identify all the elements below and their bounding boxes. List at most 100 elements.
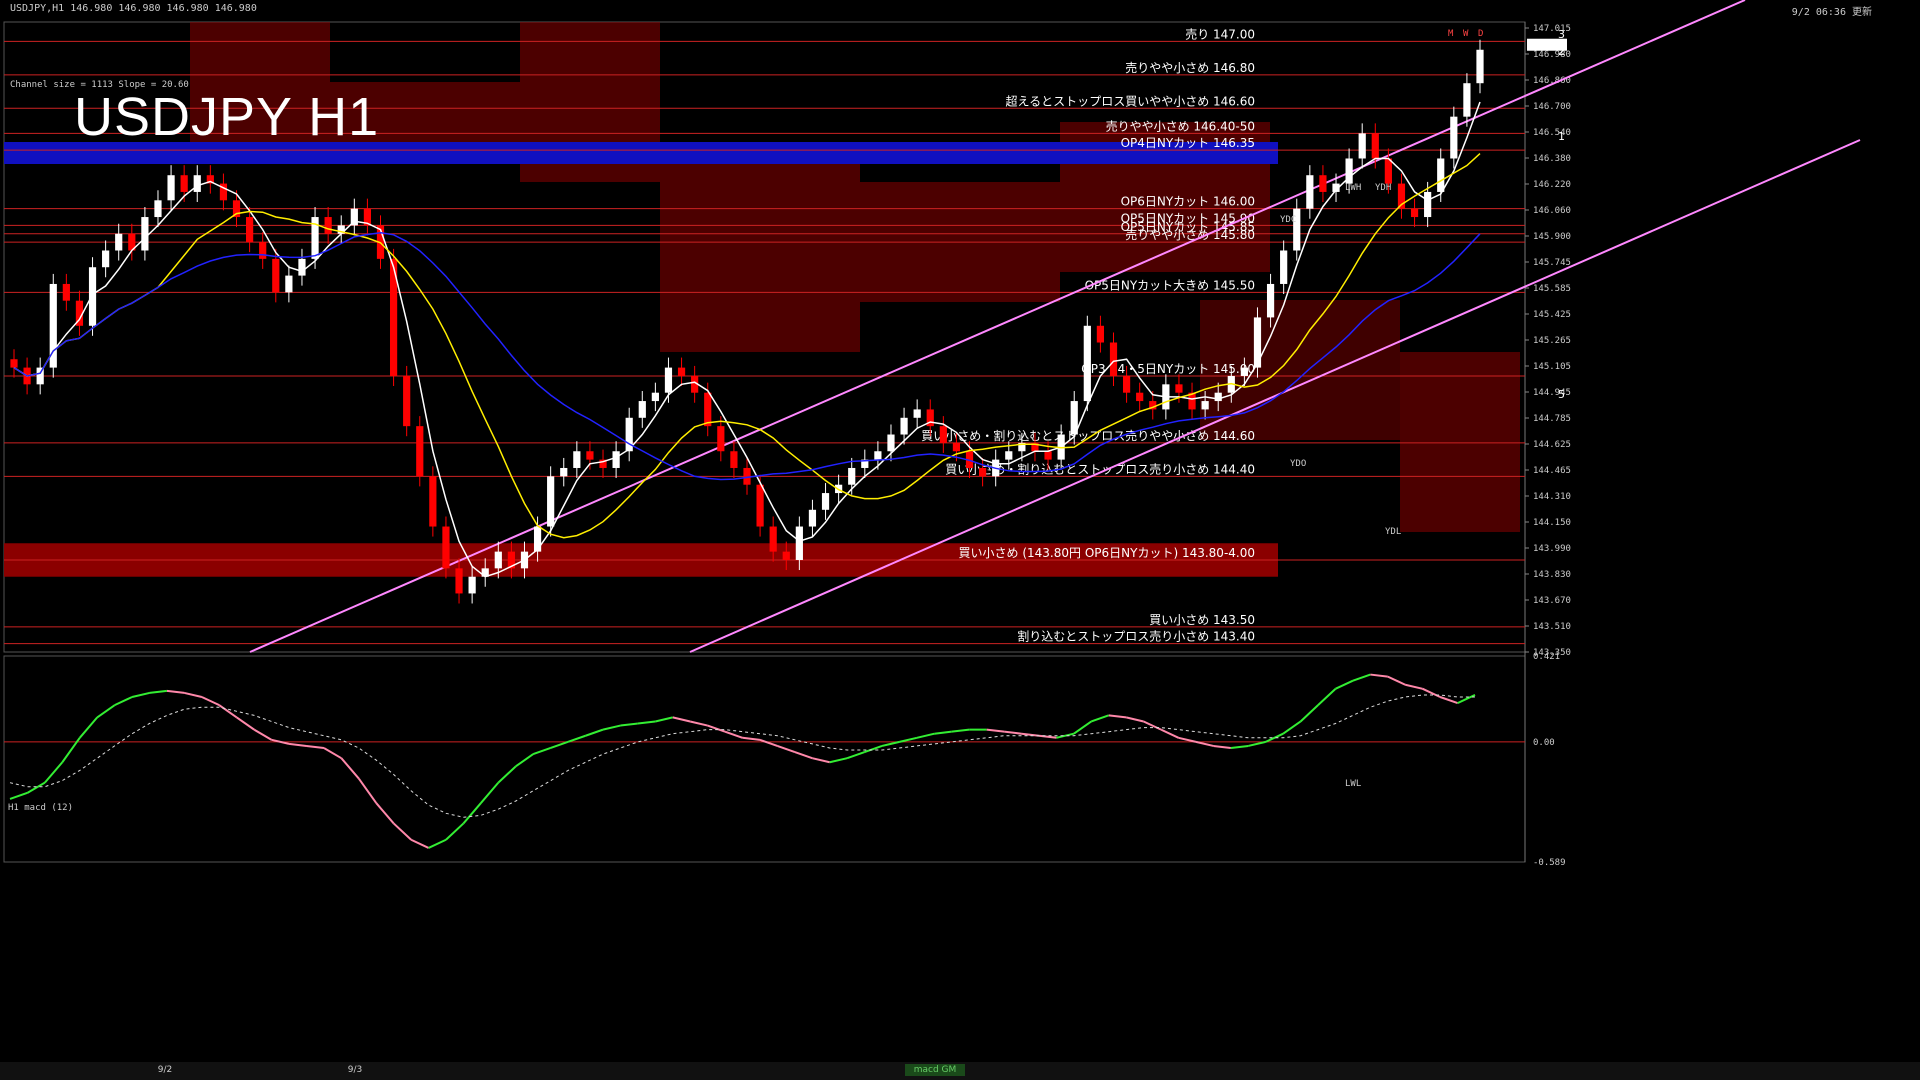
candle-body-33 <box>442 526 450 569</box>
price-tick-label-18: 144.310 <box>1533 492 1571 502</box>
candle-body-54 <box>717 426 725 452</box>
candle-body-99 <box>1306 175 1314 209</box>
candle-body-85 <box>1122 375 1131 393</box>
level-mark-ydc: YDC <box>1280 215 1296 225</box>
macd-segment-58 <box>1003 730 1022 735</box>
candle-body-94 <box>1240 367 1248 376</box>
macd-segment-63 <box>1090 714 1110 723</box>
candle-body-74 <box>979 467 987 477</box>
macd-segment-80 <box>1387 675 1406 686</box>
candle-body-49 <box>651 392 659 402</box>
price-tick-label-5: 146.380 <box>1533 154 1571 164</box>
macd-segment-21 <box>357 777 378 804</box>
price-tick-label-7: 146.060 <box>1533 206 1571 216</box>
macd-segment-18 <box>306 744 325 749</box>
wave-label-2: 2 <box>1558 45 1565 58</box>
candle-body-46 <box>612 451 620 468</box>
macd-segment-37 <box>637 720 656 725</box>
macd-segment-26 <box>445 822 465 841</box>
candle-body-95 <box>1253 317 1262 368</box>
level-label-12: 買い小さめ・割り込むとストップロス売り小さめ 144.40 <box>945 461 1255 476</box>
candle-body-21 <box>285 275 293 293</box>
macd-segment-67 <box>1160 728 1179 739</box>
price-tick-label-21: 143.830 <box>1533 570 1571 580</box>
candle-body-20 <box>272 258 280 293</box>
macd-segment-13 <box>218 704 238 719</box>
level-mark-ydl: YDL <box>1385 527 1401 537</box>
candle-body-79 <box>1044 451 1052 460</box>
candle-body-44 <box>586 451 594 460</box>
level-label-11: 買い小さめ・割り込むとストップロス売りやや小さめ 144.60 <box>921 428 1255 443</box>
macd-segment-6 <box>96 704 116 719</box>
chart-title: USDJPY H1 <box>74 87 380 147</box>
candle-body-104 <box>1371 133 1379 159</box>
price-tick-label-22: 143.670 <box>1533 596 1571 606</box>
candle-body-42 <box>560 467 568 477</box>
macd-segment-54 <box>934 730 952 735</box>
candle-body-59 <box>782 551 790 560</box>
candle-body-30 <box>403 375 411 427</box>
candle-body-60 <box>795 526 803 560</box>
candle-body-22 <box>298 258 306 276</box>
level-label-9: OP5日NYカット大きめ 145.50 <box>1085 278 1255 292</box>
macd-segment-9 <box>149 689 168 694</box>
wave-label-3: 3 <box>1558 28 1565 41</box>
level-label-8: 売りやや小さめ 145.80 <box>1125 227 1255 242</box>
price-tick-label-23: 143.510 <box>1533 622 1571 632</box>
candle-body-97 <box>1280 250 1288 284</box>
candle-body-24 <box>324 217 332 234</box>
date-tab-9-3[interactable]: 9/3 <box>340 1064 370 1076</box>
candle-body-100 <box>1319 175 1327 192</box>
macd-segment-45 <box>777 745 796 754</box>
price-tick-label-12: 145.265 <box>1533 336 1571 346</box>
candle-body-110 <box>1450 116 1458 159</box>
macd-segment-48 <box>829 757 848 764</box>
macd-segment-7 <box>114 696 133 707</box>
macd-segment-70 <box>1213 744 1231 749</box>
macd-indicator-tab[interactable]: macd GM <box>905 1064 965 1076</box>
level-mark-lwh: LWH <box>1345 183 1361 193</box>
candle-body-92 <box>1214 392 1222 402</box>
macd-segment-61 <box>1056 732 1075 739</box>
candle-body-10 <box>141 217 149 251</box>
level-mark-lwl: LWL <box>1345 779 1361 789</box>
candle-body-89 <box>1175 384 1183 393</box>
macd-segment-43 <box>742 736 761 741</box>
candle-body-7 <box>102 250 110 268</box>
macd-segment-81 <box>1405 683 1423 690</box>
macd-segment-79 <box>1370 673 1388 678</box>
candle-body-96 <box>1266 283 1275 318</box>
candle-body-4 <box>62 283 70 301</box>
macd-segment-30 <box>515 753 534 768</box>
candle-body-35 <box>468 576 476 594</box>
macd-segment-77 <box>1335 679 1354 690</box>
macd-panel-frame <box>3 655 1526 863</box>
candle-body-37 <box>494 551 502 569</box>
macd-segment-76 <box>1317 688 1337 706</box>
candle-body-84 <box>1109 342 1118 376</box>
candle-body-14 <box>193 175 201 192</box>
macd-segment-72 <box>1248 740 1266 747</box>
candle-body-69 <box>913 409 921 418</box>
macd-segment-27 <box>462 802 482 825</box>
candle-body-31 <box>416 426 424 477</box>
price-chart[interactable]: 売り 147.00 売りやや小さめ 146.80 超えるとストップロス買いやや小さめ… <box>0 0 1920 1080</box>
macd-segment-38 <box>655 716 673 723</box>
macd-segment-75 <box>1299 704 1319 723</box>
candle-body-91 <box>1201 401 1209 410</box>
candle-body-64 <box>848 467 856 485</box>
level-label-2: 超えるとストップロス買いやや小さめ 146.60 <box>1006 93 1255 108</box>
macd-segment-60 <box>1038 734 1057 739</box>
candle-body-6 <box>88 267 97 326</box>
macd-segment-83 <box>1439 696 1458 705</box>
macd-segment-31 <box>532 747 551 756</box>
level-label-4: OP4日NYカット 146.35 <box>1121 136 1255 150</box>
macd-segment-10 <box>166 689 185 694</box>
date-tab-9-2[interactable]: 9/2 <box>150 1064 180 1076</box>
candle-body-68 <box>900 417 908 435</box>
candle-body-107 <box>1410 208 1419 218</box>
candle-body-62 <box>821 493 830 510</box>
macd-segment-19 <box>323 747 342 760</box>
macd-segment-36 <box>620 722 638 727</box>
price-tick-label-6: 146.220 <box>1533 180 1571 190</box>
